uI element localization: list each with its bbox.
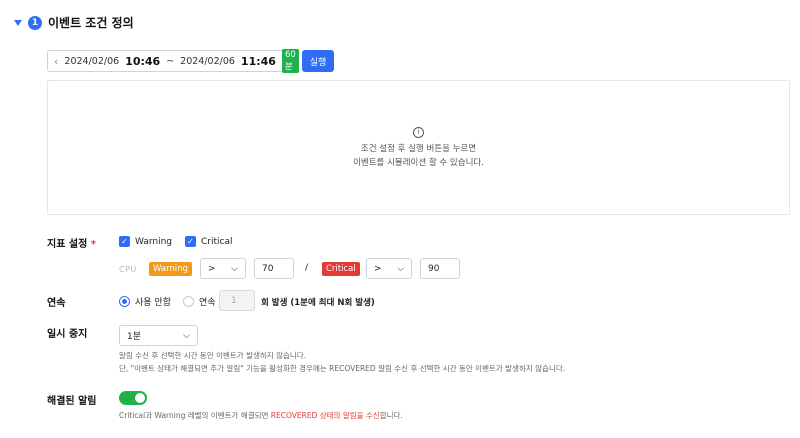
warning-checkbox-label: Warning xyxy=(135,236,173,247)
consecutive-suffix: 회 발생 (1분에 최대 N회 발생) xyxy=(261,298,375,308)
simulation-message-line1: 조건 설정 후 실행 버튼을 누르면 xyxy=(360,143,477,154)
resolved-alert-label: 해결된 알림 xyxy=(47,396,97,407)
info-icon: i xyxy=(413,126,424,138)
chevron-left-icon[interactable]: ‹ xyxy=(54,55,58,68)
chevron-down-icon: ⌵ xyxy=(183,330,190,341)
radio-unselected-icon xyxy=(182,296,194,307)
range-separator: ~ xyxy=(166,55,175,67)
metric-label-text: 지표 설정 xyxy=(47,239,88,250)
resolved-help: Critical과 Warning 레벨의 이벤트가 해결되면 RECOVERE… xyxy=(119,409,403,422)
start-time: 10:46 xyxy=(125,54,161,68)
pause-label: 일시 중지 xyxy=(47,329,88,340)
pause-duration-select[interactable]: 1분 ⌵ xyxy=(119,325,198,346)
radio-not-used[interactable]: 사용 안함 xyxy=(119,295,171,308)
pause-help: 알림 수신 후 선택한 시간 동안 이벤트가 발생하지 않습니다. 단, "이벤… xyxy=(119,349,799,375)
resolved-help-suffix: 합니다. xyxy=(379,411,403,420)
pause-help-line2: 단, "이벤트 상태가 해결되면 추가 알림" 기능을 활성화한 경우에는 RE… xyxy=(119,364,566,373)
threshold-separator: / xyxy=(305,263,309,273)
critical-value-input[interactable]: 90 xyxy=(420,258,460,279)
resolved-alert-toggle[interactable] xyxy=(119,391,147,405)
caret-down-icon[interactable] xyxy=(14,19,22,26)
metric-checkboxes: ✓ Warning ✓ Critical xyxy=(119,236,233,247)
pause-help-line1: 알림 수신 후 선택한 시간 동안 이벤트가 발생하지 않습니다. xyxy=(119,351,307,360)
warning-chip: Warning xyxy=(149,262,192,276)
consecutive-label: 연속 xyxy=(47,298,66,309)
section-header[interactable]: 1 이벤트 조건 정의 xyxy=(14,14,134,31)
consecutive-count-input[interactable]: 1 xyxy=(219,290,255,311)
radio-selected-icon xyxy=(119,296,130,307)
chevron-down-icon: ⌵ xyxy=(397,263,404,274)
consecutive-options: 사용 안함 연속 xyxy=(119,295,216,308)
warning-checkbox[interactable]: ✓ Warning xyxy=(119,236,172,247)
critical-operator-select[interactable]: > ⌵ xyxy=(366,258,412,279)
simulation-message-line2: 이벤트를 시뮬레이션 할 수 있습니다. xyxy=(353,157,484,168)
critical-checkbox-label: Critical xyxy=(201,236,233,247)
section-title: 이벤트 조건 정의 xyxy=(48,16,134,30)
end-date: 2024/02/06 xyxy=(180,55,235,67)
checkmark-icon: ✓ xyxy=(119,236,130,247)
metric-label: 지표 설정 * xyxy=(47,235,96,250)
resolved-help-prefix: Critical과 Warning 레벨의 이벤트가 해결되면 xyxy=(119,411,271,420)
metric-name: CPU xyxy=(119,265,137,274)
critical-operator-value: > xyxy=(374,263,382,274)
duration-badge: 60분 xyxy=(281,49,299,73)
chevron-down-icon: ⌵ xyxy=(231,263,238,274)
radio-not-used-label: 사용 안함 xyxy=(135,298,171,308)
pause-duration-value: 1분 xyxy=(127,332,142,342)
warning-operator-value: > xyxy=(208,263,216,274)
time-range-picker[interactable]: ‹ 2024/02/06 10:46 ~ 2024/02/06 11:46 60… xyxy=(47,49,309,73)
radio-consecutive[interactable]: 연속 xyxy=(182,295,216,308)
simulation-panel: i 조건 설정 후 실행 버튼을 누르면 이벤트를 시뮬레이션 할 수 있습니다… xyxy=(47,80,790,215)
end-time: 11:46 xyxy=(240,54,276,68)
required-mark: * xyxy=(90,239,97,250)
run-button[interactable]: 실행 xyxy=(302,50,334,72)
warning-operator-select[interactable]: > ⌵ xyxy=(200,258,246,279)
step-number-badge: 1 xyxy=(28,15,42,30)
checkmark-icon: ✓ xyxy=(185,236,197,247)
radio-consecutive-label: 연속 xyxy=(198,298,216,308)
critical-chip: Critical xyxy=(322,262,360,276)
start-date: 2024/02/06 xyxy=(64,55,120,67)
resolved-help-highlight: RECOVERED 상태의 알림을 수신 xyxy=(270,411,380,420)
critical-checkbox[interactable]: ✓ Critical xyxy=(185,236,233,247)
warning-value-input[interactable]: 70 xyxy=(254,258,294,279)
